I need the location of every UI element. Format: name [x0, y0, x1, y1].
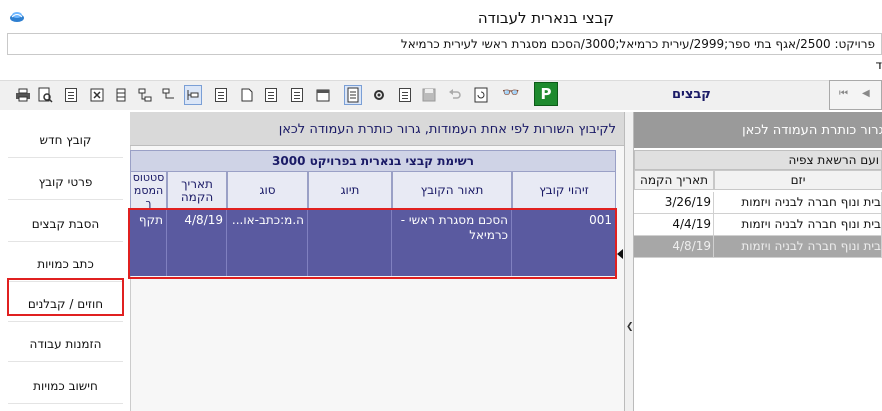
hierarchy-view-icon[interactable] — [184, 85, 202, 105]
export-document-icon[interactable] — [62, 85, 80, 105]
splitter-arrow-icon[interactable]: ❮ — [626, 322, 634, 332]
right-cell-date[interactable]: 4/4/19 — [634, 214, 714, 236]
column-header-type[interactable]: סוג — [227, 172, 308, 210]
right-group-by-hint: גרור כותרת העמודה לכאן — [742, 123, 882, 138]
nav-quantity-calculation[interactable]: חישוב כמויות — [8, 368, 123, 404]
window-title: קבצי בנארית לעבודה — [477, 9, 614, 27]
nav-file-details[interactable]: פרטי קובץ — [8, 164, 123, 200]
panel-splitter[interactable] — [624, 112, 634, 411]
right-cell-initiator-selected[interactable]: בית ונוף חברה לבניה ויזמות — [714, 236, 882, 258]
right-cell-initiator[interactable]: בית ונוף חברה לבניה ויזמות — [714, 214, 882, 236]
binoculars-search-icon[interactable]: 👓 — [502, 85, 519, 101]
undo-icon[interactable] — [446, 85, 464, 105]
column-header-status[interactable]: סטטוס המסמך — [130, 171, 167, 210]
edit-document-icon[interactable] — [396, 85, 414, 105]
group-by-area[interactable]: לקיבוץ השורות לפי אחת העמודות, גרור כותר… — [130, 112, 624, 146]
right-column-header-initiator[interactable]: יזם — [714, 170, 882, 190]
attach-file-icon[interactable] — [212, 85, 230, 105]
tree-expand-icon[interactable] — [136, 85, 154, 105]
nav-new-file[interactable]: קובץ חדש — [8, 122, 123, 158]
app-window: קבצי בנארית לעבודה פרויקט: 2500/אגף בתי … — [0, 0, 882, 411]
column-header-creation-date[interactable]: תאריך הקמה — [167, 172, 227, 210]
first-record-icon[interactable]: ⏮ — [839, 88, 848, 99]
document-list-icon[interactable] — [344, 85, 362, 105]
highlight-row-box — [128, 208, 617, 279]
save-icon[interactable] — [420, 85, 438, 105]
right-column-header-date[interactable]: תאריך הקמה — [634, 170, 714, 190]
card-view-icon[interactable] — [262, 85, 280, 105]
tab-files[interactable]: קבצים — [672, 87, 711, 102]
group-by-hint: לקיבוץ השורות לפי אחת העמודות, גרור כותר… — [278, 122, 616, 137]
nav-work-orders[interactable]: הזמנות עבודה — [8, 326, 123, 362]
print-preview-icon[interactable] — [36, 85, 54, 105]
current-row-marker-icon — [617, 249, 623, 259]
column-header-tag[interactable]: תיוג — [308, 172, 392, 210]
export-excel-icon[interactable] — [88, 85, 106, 105]
details-icon[interactable] — [288, 85, 306, 105]
new-page-icon[interactable] — [238, 85, 256, 105]
nav-bill-of-quantities[interactable]: כתב כמויות — [8, 246, 123, 282]
p-button[interactable]: P — [534, 82, 558, 106]
menu-item[interactable]: ד — [875, 58, 882, 72]
calendar-icon[interactable] — [314, 85, 332, 105]
refresh-icon[interactable] — [472, 85, 490, 105]
right-cell-date-selected[interactable]: 4/8/19 — [634, 236, 714, 258]
column-header-file-desc[interactable]: תאור הקובץ — [392, 172, 512, 210]
tree-collapse-icon[interactable] — [160, 85, 178, 105]
right-cell-date[interactable]: 3/26/19 — [634, 192, 714, 214]
right-group-by-area[interactable]: גרור כותרת העמודה לכאן — [634, 112, 882, 148]
highlight-contracts-box — [7, 278, 124, 316]
print-icon[interactable] — [14, 85, 32, 105]
nav-convert-files[interactable]: הסבת קבצים — [8, 206, 123, 242]
columns-icon[interactable] — [112, 85, 130, 105]
project-path-field: פרויקט: 2500/אגף בתי ספר;2999/עירית כרמי… — [7, 33, 882, 55]
settings-icon[interactable] — [370, 85, 388, 105]
right-cell-initiator[interactable]: בית ונוף חברה לבניה ויזמות — [714, 192, 882, 214]
title-bar: קבצי בנארית לעבודה — [0, 0, 882, 32]
previous-record-icon[interactable]: ◀ — [862, 88, 870, 99]
right-grid-title: ועם הרשאת צפיה — [634, 150, 882, 170]
project-path-text: פרויקט: 2500/אגף בתי ספר;2999/עירית כרמי… — [400, 37, 875, 51]
column-header-file-id[interactable]: זיהוי קובץ — [512, 172, 616, 210]
record-nav-buttons[interactable]: ⏮ ◀ — [829, 80, 882, 110]
left-navigation: קובץ חדש פרטי קובץ הסבת קבצים כתב כמויות… — [0, 112, 130, 411]
app-logo-icon — [10, 12, 24, 22]
grid-title: רשימת קבצי בנארית בפרויקט 3000 — [130, 150, 616, 172]
toolbar — [0, 80, 882, 110]
